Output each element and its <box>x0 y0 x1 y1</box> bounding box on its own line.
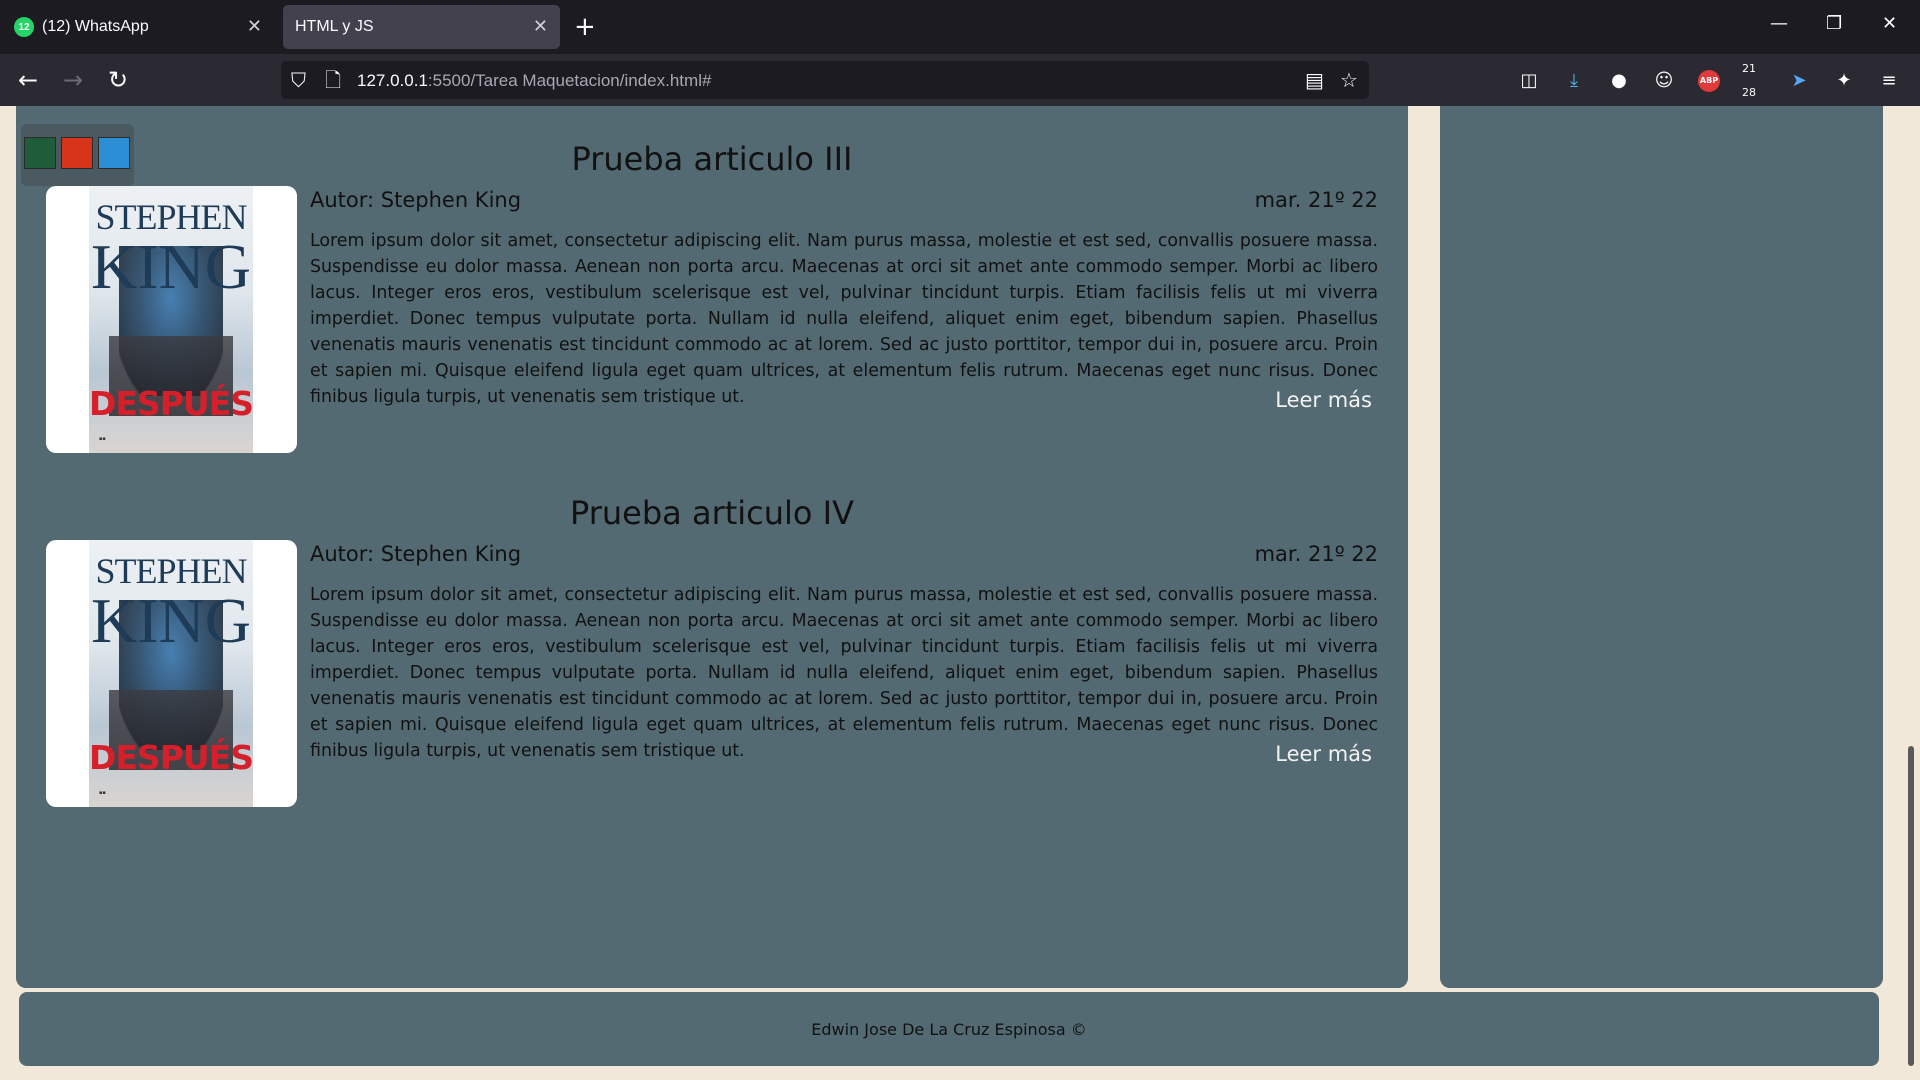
bookmark-star-icon[interactable]: ☆ <box>1340 69 1358 91</box>
close-window-icon[interactable]: ✕ <box>1882 14 1897 34</box>
shield-icon[interactable]: ⛉ <box>291 69 306 91</box>
page-viewport: Prueba articulo III STEPHEN KING DESPUÉS… <box>0 106 1920 1080</box>
adblock-icon[interactable]: ABP <box>1697 69 1721 93</box>
article-card: Prueba articulo III STEPHEN KING DESPUÉS… <box>46 140 1378 453</box>
account-avatar-icon[interactable]: ● <box>1607 69 1631 93</box>
whatsapp-icon: 12 <box>14 17 34 37</box>
footer-text: Edwin Jose De La Cruz Espinosa © <box>811 1020 1087 1039</box>
publisher-logo: ▪▪ <box>99 790 106 796</box>
tab-title: HTML y JS <box>295 18 374 35</box>
url-text[interactable]: 127.0.0.1:5500/Tarea Maquetacion/index.h… <box>357 71 711 91</box>
forward-icon[interactable]: → <box>63 66 83 94</box>
article-body: Lorem ipsum dolor sit amet, consectetur … <box>310 585 1378 761</box>
extension-face-icon[interactable]: ☺ <box>1652 69 1676 93</box>
extension-icon[interactable]: ✦ <box>1832 69 1856 93</box>
article-author: Autor: Stephen King <box>310 188 522 212</box>
cover-title: DESPUÉS <box>89 738 254 777</box>
reload-icon[interactable]: ↻ <box>108 66 128 94</box>
arrow-extension-icon[interactable]: ➤ <box>1787 69 1811 93</box>
url-host: 127.0.0.1 <box>357 71 428 90</box>
url-bar[interactable]: ⛉ 🗋 127.0.0.1:5500/Tarea Maquetacion/ind… <box>281 61 1369 99</box>
pocket-icon[interactable]: ◫ <box>1517 69 1541 93</box>
new-tab-icon[interactable]: + <box>574 12 596 42</box>
minimize-icon[interactable]: — <box>1770 14 1788 34</box>
article-date: mar. 21º 22 <box>1254 542 1378 566</box>
book-cover: STEPHEN KING DESPUÉS ▪▪ <box>89 186 254 453</box>
book-cover: STEPHEN KING DESPUÉS ▪▪ <box>89 540 254 807</box>
menu-icon[interactable]: ≡ <box>1877 69 1901 93</box>
close-tab-icon[interactable]: ✕ <box>533 16 548 36</box>
article-title: Prueba articulo III <box>571 140 853 178</box>
cover-author-last: KING <box>91 585 251 656</box>
article-body: Lorem ipsum dolor sit amet, consectetur … <box>310 231 1378 407</box>
article-image: STEPHEN KING DESPUÉS ▪▪ <box>46 540 297 807</box>
tab-title: (12) WhatsApp <box>42 18 149 35</box>
page-icon: 🗋 <box>325 68 342 92</box>
tab-bar: 12 (12) WhatsApp ✕ HTML y JS ✕ + — ❐ ✕ <box>0 0 1920 54</box>
close-tab-icon[interactable]: ✕ <box>247 16 262 36</box>
download-icon[interactable]: ⤓ <box>1562 69 1586 93</box>
article-card: Prueba articulo IV STEPHEN KING DESPUÉS … <box>46 494 1378 807</box>
back-icon[interactable]: ← <box>18 66 38 94</box>
tab-whatsapp[interactable]: 12 (12) WhatsApp ✕ <box>6 5 274 49</box>
tab-html-y-js[interactable]: HTML y JS ✕ <box>283 5 560 49</box>
page-footer: Edwin Jose De La Cruz Espinosa © <box>19 992 1879 1066</box>
reader-view-icon[interactable]: ▤ <box>1305 69 1324 91</box>
article-author: Autor: Stephen King <box>310 542 522 566</box>
article-image: STEPHEN KING DESPUÉS ▪▪ <box>46 186 297 453</box>
cover-author-last: KING <box>91 231 251 302</box>
read-more-link[interactable]: Leer más <box>1275 742 1372 766</box>
url-path: :5500/Tarea Maquetacion/index.html# <box>427 71 712 90</box>
scrollbar[interactable] <box>1903 106 1920 1080</box>
counter-extension-icon[interactable]: 21 28 <box>1742 62 1766 99</box>
restore-icon[interactable]: ❐ <box>1826 14 1842 34</box>
article-title: Prueba articulo IV <box>570 494 854 532</box>
cover-title: DESPUÉS <box>89 384 254 423</box>
read-more-link[interactable]: Leer más <box>1275 388 1372 412</box>
scrollbar-thumb[interactable] <box>1908 746 1914 1066</box>
publisher-logo: ▪▪ <box>99 436 106 442</box>
article-date: mar. 21º 22 <box>1254 188 1378 212</box>
sidebar-panel <box>1440 106 1883 988</box>
